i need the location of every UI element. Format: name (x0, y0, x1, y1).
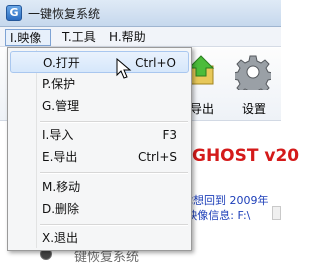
menu-separator (40, 172, 188, 174)
menu-bar: I.映像 T.工具 H.帮助 (0, 27, 281, 47)
menu-help[interactable]: H.帮助 (105, 29, 150, 46)
menu-item-export[interactable]: E.导出 Ctrl+S (10, 146, 189, 168)
menu-item-manage[interactable]: G.管理 (10, 95, 189, 117)
ghost-version-title: GHOST v20 (192, 146, 300, 166)
menu-item-import[interactable]: I.导入 F3 (10, 124, 189, 146)
gear-icon[interactable] (235, 54, 271, 90)
scroll-arrow[interactable] (272, 206, 281, 220)
menu-separator (40, 224, 188, 226)
menu-item-label: I.导入 (42, 128, 74, 142)
menu-item-label: D.删除 (42, 202, 80, 216)
window-title: 一键恢复系统 (28, 7, 101, 21)
mouse-cursor-icon (116, 58, 132, 79)
menu-tools[interactable]: T.工具 (58, 29, 100, 46)
menu-item-label: P.保护 (42, 77, 76, 91)
menu-item-delete[interactable]: D.删除 (10, 198, 189, 220)
menu-item-shortcut: F3 (162, 128, 177, 142)
settings-label[interactable]: 设置 (242, 100, 266, 117)
app-icon: G (6, 5, 22, 21)
menu-image[interactable]: I.映像 (5, 29, 51, 46)
image-info-line: (映像信息: F:\ (182, 209, 251, 222)
menu-item-shortcut: Ctrl+S (137, 150, 177, 164)
export-label[interactable]: 导出 (190, 100, 214, 117)
menu-item-open[interactable]: O.打开 Ctrl+O (10, 51, 189, 73)
menu-separator (40, 121, 188, 123)
menu-item-shortcut: Ctrl+O (135, 56, 176, 70)
menu-item-label: O.打开 (43, 56, 80, 70)
menu-item-label: X.退出 (42, 231, 79, 245)
image-menu-dropdown: O.打开 Ctrl+O P.保护 G.管理 I.导入 F3 E.导出 Ctrl+… (7, 47, 192, 251)
menu-item-exit[interactable]: X.退出 (10, 227, 189, 249)
menu-item-label: M.移动 (42, 180, 81, 194)
menu-item-protect[interactable]: P.保护 (10, 73, 189, 95)
restore-info-line: 你想回到 2009年 (182, 194, 269, 207)
menu-item-move[interactable]: M.移动 (10, 176, 189, 198)
title-bar: G 一键恢复系统 (0, 0, 281, 27)
menu-item-label: G.管理 (42, 99, 80, 113)
app-icon-letter: G (9, 6, 19, 19)
menu-item-label: E.导出 (42, 150, 78, 164)
